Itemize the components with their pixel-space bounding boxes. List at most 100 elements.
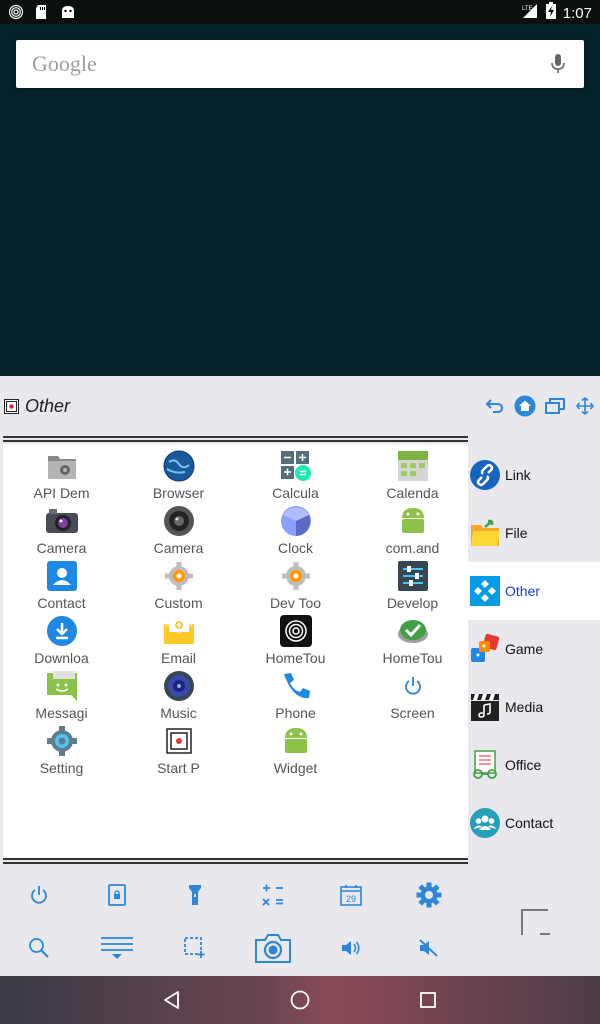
gear-icon <box>163 560 195 592</box>
app-label: Camera <box>36 540 87 556</box>
calculator-icon[interactable] <box>234 870 312 920</box>
sidebar-item-label: File <box>505 525 528 541</box>
google-logo-text: Google <box>32 51 97 76</box>
app-item[interactable]: Email <box>120 611 237 666</box>
sidebar-item-link[interactable]: Link <box>468 446 600 504</box>
app-item[interactable]: Phone <box>237 666 354 721</box>
app-item[interactable]: Calenda <box>354 446 471 501</box>
sidebar-item-label: Media <box>505 699 544 715</box>
select-icon[interactable] <box>156 923 234 973</box>
app-item[interactable]: Develop <box>354 556 471 611</box>
office-icon <box>470 750 500 780</box>
menu-icon[interactable] <box>78 923 156 973</box>
app-item[interactable]: Camera <box>3 501 120 556</box>
clock-icon <box>280 505 312 537</box>
app-item[interactable]: com.and <box>354 501 471 556</box>
app-item[interactable]: API Dem <box>3 446 120 501</box>
app-grid-area: API Dem Browser Calcula Calenda Camera Camera… <box>3 436 468 866</box>
app-item[interactable]: Dev Too <box>237 556 354 611</box>
calendar-icon[interactable]: 29 <box>312 870 390 920</box>
app-item[interactable]: Messagi <box>3 666 120 721</box>
link-icon <box>470 460 500 490</box>
app-label: Calenda <box>386 485 439 501</box>
folder-gear-icon <box>46 450 78 482</box>
app-label: Develop <box>386 595 439 611</box>
window-button[interactable] <box>521 909 550 935</box>
app-label: Camera <box>153 540 204 556</box>
lock-icon[interactable] <box>78 870 156 920</box>
battery-icon <box>545 2 557 24</box>
app-item[interactable]: Camera <box>120 501 237 556</box>
mic-icon[interactable] <box>550 53 566 79</box>
app-label: Custom <box>154 595 203 611</box>
sidebar-item-other[interactable]: Other <box>468 562 600 620</box>
app-grid: API Dem Browser Calcula Calenda Camera Camera… <box>3 446 468 776</box>
toolbar-row-1: 29 <box>0 870 468 920</box>
navigation-bar <box>0 976 600 1024</box>
sidebar-item-contact[interactable]: Contact <box>468 794 600 852</box>
power-icon <box>397 670 429 702</box>
clock: 1:07 <box>562 4 592 22</box>
app-item[interactable]: Calcula <box>237 446 354 501</box>
mute-icon[interactable] <box>390 923 468 973</box>
app-label: Dev Too <box>269 595 322 611</box>
app-item[interactable]: Downloa <box>3 611 120 666</box>
back-icon[interactable] <box>160 988 184 1012</box>
app-item[interactable]: Start P <box>120 721 237 776</box>
google-search-bar[interactable]: Google <box>16 40 584 88</box>
app-label: Contact <box>37 595 86 611</box>
app-item[interactable]: Setting <box>3 721 120 776</box>
app-item[interactable]: Clock <box>237 501 354 556</box>
start-page-icon <box>163 725 195 757</box>
svg-text:LTE: LTE <box>522 6 533 12</box>
app-label: Calcula <box>272 485 319 501</box>
sidebar-item-file[interactable]: File <box>468 504 600 562</box>
search-icon[interactable] <box>0 923 78 973</box>
calendar-day-text: 29 <box>346 894 356 904</box>
move-icon[interactable] <box>574 395 596 417</box>
app-label: Browser <box>152 485 205 501</box>
app-label: Start P <box>157 760 200 776</box>
calendar-icon <box>397 450 429 482</box>
volume-icon[interactable] <box>312 923 390 973</box>
app-label: API Dem <box>33 485 90 501</box>
sidebar-item-label: Other <box>505 583 541 599</box>
recents-icon[interactable] <box>416 988 440 1012</box>
gear-icon[interactable] <box>390 870 468 920</box>
sidebar-item-game[interactable]: Game <box>468 620 600 678</box>
globe-icon <box>163 450 195 482</box>
panel-title: Other <box>25 396 71 416</box>
other-icon <box>470 576 500 606</box>
app-item[interactable]: Screen <box>354 666 471 721</box>
app-item[interactable]: Widget <box>237 721 354 776</box>
panel-header: Other <box>0 376 600 436</box>
sidebar-item-office[interactable]: Office <box>468 736 600 794</box>
fingerprint-icon <box>8 4 24 20</box>
message-icon <box>46 670 78 702</box>
app-item[interactable]: Contact <box>3 556 120 611</box>
flashlight-icon[interactable] <box>156 870 234 920</box>
home-icon[interactable] <box>288 988 312 1012</box>
app-item[interactable]: HomeTou <box>354 611 471 666</box>
app-item[interactable]: Browser <box>120 446 237 501</box>
camera-icon <box>45 505 78 537</box>
game-icon <box>470 634 500 664</box>
status-bar: LTE 1:07 <box>0 0 600 24</box>
settings-sliders-icon <box>397 560 429 592</box>
windows-icon[interactable] <box>544 395 566 417</box>
app-item[interactable]: Music <box>120 666 237 721</box>
app-item[interactable]: Custom <box>120 556 237 611</box>
email-icon <box>163 615 195 647</box>
speaker-icon <box>163 670 195 702</box>
folder-icon <box>470 518 500 548</box>
sidebar-item-label: Contact <box>505 815 554 831</box>
app-label: Music <box>160 705 197 721</box>
undo-icon[interactable] <box>484 395 506 417</box>
app-label: Messagi <box>35 705 88 721</box>
gear-icon <box>280 560 312 592</box>
screenshot-camera-icon[interactable] <box>234 923 312 973</box>
power-icon[interactable] <box>0 870 78 920</box>
app-item[interactable]: HomeTou <box>237 611 354 666</box>
home-icon[interactable] <box>514 395 536 417</box>
sidebar-item-media[interactable]: Media <box>468 678 600 736</box>
